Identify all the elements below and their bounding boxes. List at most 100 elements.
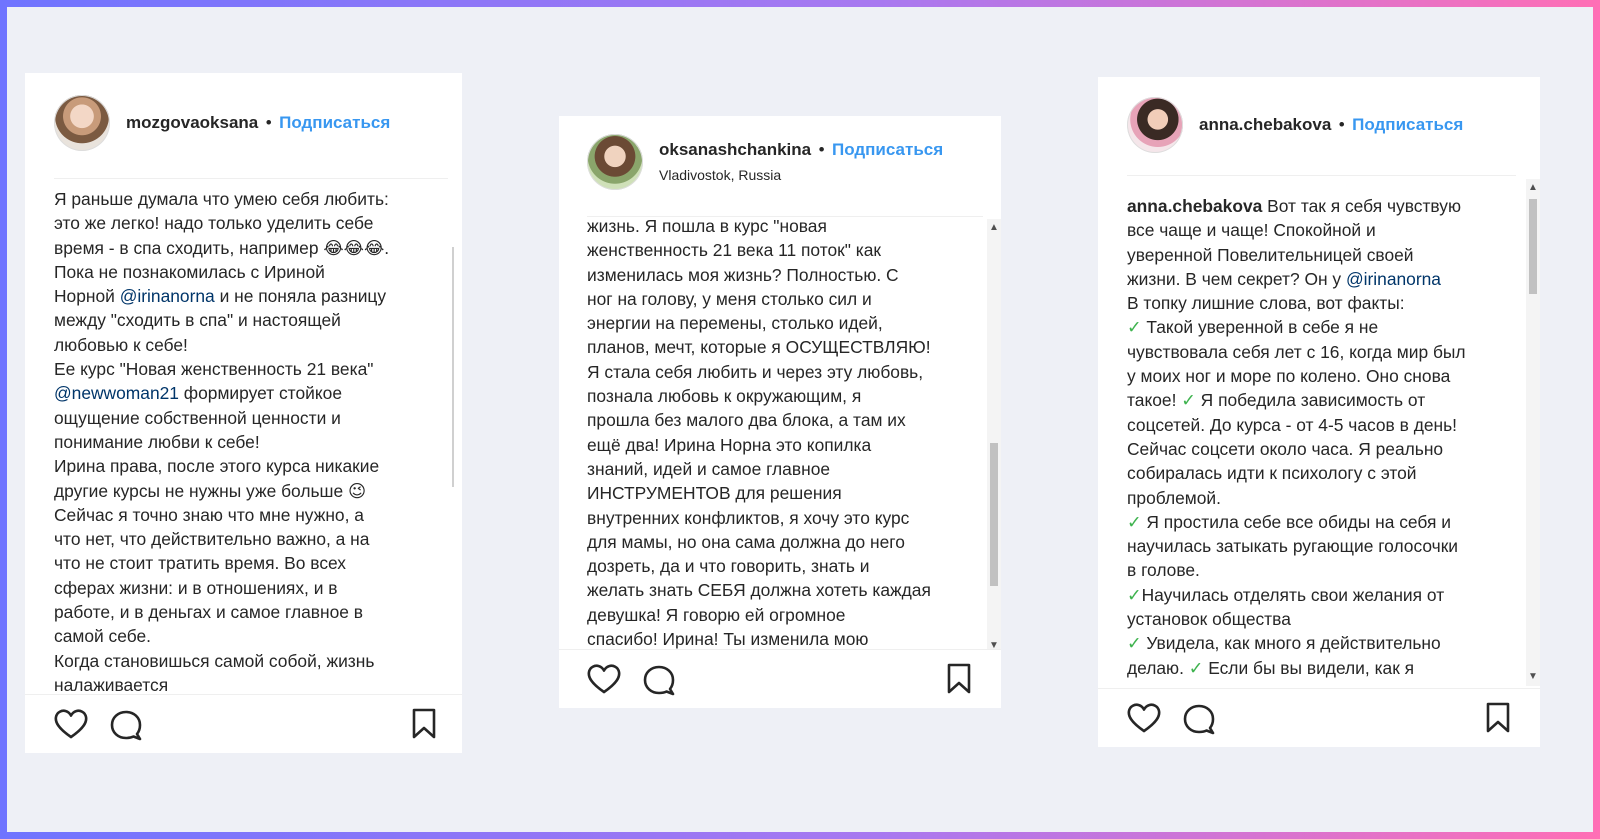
caption-line: Когда становишься самой собой, жизнь <box>54 650 375 671</box>
comment-icon[interactable] <box>1182 703 1216 735</box>
caption-line: @newwoman21 формирует стойкое <box>54 383 342 404</box>
caption-line: в голове. <box>1127 560 1200 581</box>
caption-line: такое! ✓ Я победила зависимость от <box>1127 390 1426 411</box>
heart-icon[interactable] <box>587 664 621 694</box>
caption-line: понимание любви к себе! <box>54 431 260 452</box>
caption-line: знаний, идей и самое главное <box>587 458 831 479</box>
caption-line: уверенной Повелительницей своей <box>1127 244 1414 265</box>
caption-line: Я раньше думала что умею себя любить: <box>54 189 389 209</box>
username[interactable]: mozgovaoksana <box>126 113 258 132</box>
caption-line: работе, и в деньгах и самое главное в <box>54 602 364 623</box>
post-card-mozgovaoksana: mozgovaoksana • Подписаться Я раньше дум… <box>25 73 462 753</box>
avatar[interactable] <box>587 134 643 190</box>
post-header: mozgovaoksana • Подписаться <box>54 95 462 151</box>
caption-line: ✓ Такой уверенной в себе я не <box>1127 317 1379 338</box>
post-caption: жизнь. Я пошла в курс "новая женственност… <box>587 214 977 651</box>
caption-line: это же легко! надо только уделить себе <box>54 213 374 234</box>
caption-line: ощущение собственной ценности и <box>54 407 341 428</box>
caption-line: для мамы, но она сама должна до него <box>587 531 905 552</box>
caption-line: делаю. ✓ Если бы вы видели, как я <box>1127 657 1415 678</box>
bookmark-icon[interactable] <box>1485 702 1511 734</box>
caption-line: Я стала себя любить и через эту любовь, <box>587 361 924 382</box>
caption-scrollbar[interactable] <box>446 179 460 692</box>
caption-line: жизнь. Я пошла в курс "новая <box>587 216 827 236</box>
follow-button[interactable]: Подписаться <box>279 113 390 132</box>
caption-scrollbar[interactable]: ▲ ▼ <box>1526 179 1540 686</box>
caption-line: дозреть, да и что говорить, знать и <box>587 556 870 577</box>
caption-line: налаживается <box>54 674 169 692</box>
heart-icon[interactable] <box>54 709 88 739</box>
scrollbar-thumb[interactable] <box>990 443 998 586</box>
bookmark-icon[interactable] <box>411 708 437 740</box>
comment-icon[interactable] <box>109 709 143 741</box>
follow-button[interactable]: Подписаться <box>832 140 943 159</box>
caption-line: ещё два! Ирина Норна это копилка <box>587 434 872 455</box>
caption-line: познала любовь к окружающим, я <box>587 386 862 407</box>
caption-line: ✓Научилась отделять свои желания от <box>1127 584 1445 605</box>
caption-line: Сейчас я точно знаю что мне нужно, а <box>54 504 364 525</box>
caption-line: ног на голову, у меня столько сил и <box>587 288 872 309</box>
caption-line: между "сходить в спа" и настоящей <box>54 310 341 331</box>
header-divider <box>1127 175 1516 176</box>
heart-icon[interactable] <box>1127 703 1161 733</box>
caption-line: спасибо! Ирина! Ты изменила мою <box>587 629 869 650</box>
action-bar <box>25 694 462 753</box>
follow-button[interactable]: Подписаться <box>1352 115 1463 134</box>
caption-line: самой себе. <box>54 626 151 647</box>
caption-line: время - в спа сходить, например 😂😂😂. <box>54 237 390 258</box>
scroll-down-arrow[interactable]: ▼ <box>1528 672 1538 682</box>
separator: • <box>818 140 825 160</box>
caption-line: желать знать СЕБЯ должна хотеть каждая <box>587 580 931 601</box>
scroll-up-arrow[interactable]: ▲ <box>1528 183 1538 193</box>
caption-line: все чаще и чаще! Спокойной и <box>1127 220 1376 241</box>
caption-line: Ее курс "Новая женственность 21 века" <box>54 359 374 380</box>
scrollbar-thumb[interactable] <box>1529 199 1537 294</box>
caption-line: планов, мечт, которые я ОСУЩЕСТВЛЯЮ! <box>587 337 931 358</box>
caption-line: собиралась идти к психологу с этой <box>1127 463 1417 484</box>
separator: • <box>265 113 272 132</box>
caption-line: что не стоит тратить время. Во всех <box>54 553 346 574</box>
caption-line: что нет, что действительно важно, а на <box>54 529 370 550</box>
caption-line: у моих ног и море по колено. Оно снова <box>1127 366 1451 387</box>
caption-line: чувствовала себя лет с 16, когда мир был <box>1127 341 1466 362</box>
username[interactable]: oksanashchankina <box>659 140 811 159</box>
scrollbar-thumb[interactable] <box>452 247 454 487</box>
bookmark-icon[interactable] <box>946 663 972 695</box>
caption-line: Норной @irinanorna и не поняла разницу <box>54 286 387 307</box>
canvas: mozgovaoksana • Подписаться Я раньше дум… <box>7 7 1593 832</box>
caption-line: энергии на перемены, столько идей, <box>587 313 883 334</box>
caption-line: ИНСТРУМЕНТОВ для решения <box>587 483 842 504</box>
post-header: anna.chebakova • Подписаться <box>1127 97 1540 153</box>
caption-line: женственность 21 века 11 поток" как <box>587 240 882 261</box>
post-header: oksanashchankina • Подписаться Vladivost… <box>587 134 1001 190</box>
location[interactable]: Vladivostok, Russia <box>659 167 943 185</box>
scroll-up-arrow[interactable]: ▲ <box>989 223 999 233</box>
header-divider <box>54 178 448 179</box>
username[interactable]: anna.chebakova <box>1199 115 1331 134</box>
caption-line: другие курсы не нужны уже больше 😉 <box>54 480 367 501</box>
caption-line: проблемой. <box>1127 487 1221 508</box>
separator: • <box>1338 115 1345 134</box>
post-card-anna-chebakova: anna.chebakova • Подписаться anna.chebak… <box>1098 77 1540 747</box>
post-caption: anna.chebakova Вот так я себя чувствую вс… <box>1127 194 1517 683</box>
caption-line: установок общества <box>1127 609 1291 630</box>
caption-line: девушка! Я говорю ей огромное <box>587 604 846 625</box>
gradient-frame: mozgovaoksana • Подписаться Я раньше дум… <box>0 0 1600 839</box>
caption-line: Сейчас соцсети около часа. Я реально <box>1127 438 1444 459</box>
avatar[interactable] <box>54 95 110 151</box>
avatar[interactable] <box>1127 97 1183 153</box>
caption-line: ✓ Я простила себе все обиды на себя и <box>1127 511 1451 532</box>
comment-icon[interactable] <box>642 664 676 696</box>
caption-line: сферах жизни: и в отношениях, и в <box>54 577 338 598</box>
action-bar <box>1098 688 1540 747</box>
caption-line: прошла без малого два блока, а там их <box>587 410 906 431</box>
caption-line: соцсетей. До курса - от 4-5 часов в день… <box>1127 414 1458 435</box>
caption-line: anna.chebakova Вот так я себя чувствую <box>1127 196 1462 216</box>
caption-line: научилась затыкать ругающие голосочки <box>1127 536 1459 557</box>
caption-line: любовью к себе! <box>54 334 188 355</box>
action-bar <box>559 649 1001 708</box>
post-card-oksanashchankina: oksanashchankina • Подписаться Vladivost… <box>559 116 1001 708</box>
caption-line: В топку лишние слова, вот факты: <box>1127 293 1405 314</box>
caption-scrollbar[interactable]: ▲ ▼ <box>987 219 1001 655</box>
caption-line: изменилась моя жизнь? Полностью. С <box>587 264 899 285</box>
